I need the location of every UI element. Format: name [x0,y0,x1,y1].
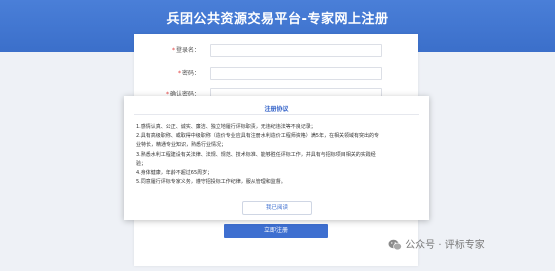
wechat-icon [388,239,402,251]
watermark: 公众号 · 评标专家 [388,236,485,251]
terms-line: 4.身体健康，年龄不超过65周岁； [136,170,213,177]
terms-text: 1.感情认真、公正、诚实、廉洁、独立地履行评标职责，无违纪违法等不良记录； 2.… [136,123,421,187]
terms-line: 业特长，精通专业知识，熟悉行业情况； [136,142,227,149]
terms-line: 5.同意履行评标专家义务，遵守招投标工作纪律，服从管理和监督。 [136,179,286,186]
watermark-text: 公众号 · 评标专家 [405,240,485,251]
modal-title: 注册协议 [264,106,289,113]
modal-divider [134,114,419,115]
agree-button[interactable]: 我已阅读 [242,201,312,215]
agreement-modal: 注册协议 1.感情认真、公正、诚实、廉洁、独立地履行评标职责，无违纪违法等不良记… [124,96,429,220]
terms-line: 3.熟悉水利工程建设有关法律、法规、规范、技术标准、能够胜任评标工作，并具有与招… [136,151,376,158]
terms-line: 1.感情认真、公正、诚实、廉洁、独立地履行评标职责，无违纪违法等不良记录； [136,124,316,130]
terms-line: 验； [136,160,147,167]
terms-line: 2.具有高级职称、或取得中级职称（造价专业应具有注册水利造价工程师资格）满5年，… [136,133,379,140]
